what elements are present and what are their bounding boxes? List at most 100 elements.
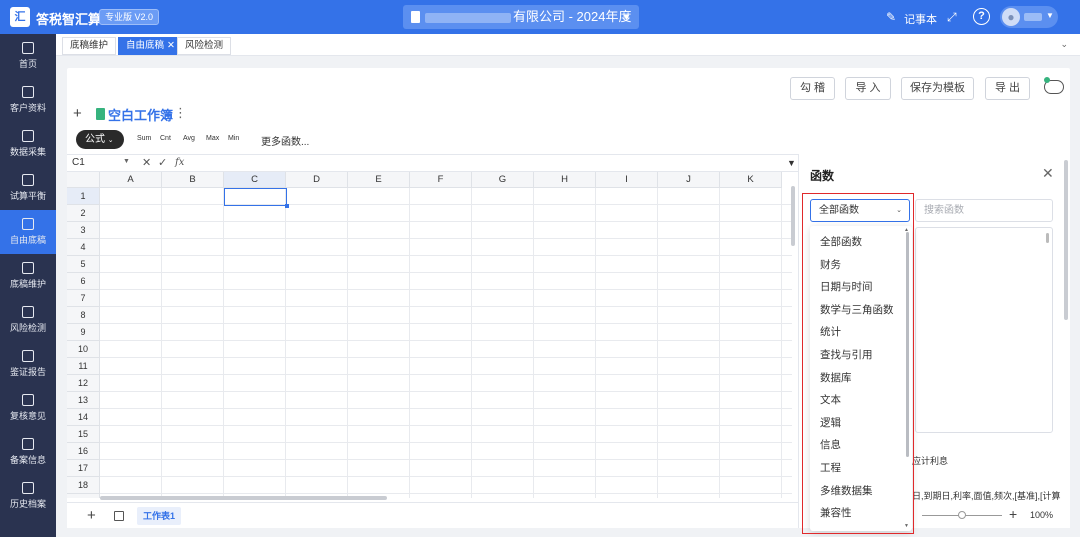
sidebar-item-6[interactable]: 风险检测 (0, 298, 56, 342)
sidebar-item-4[interactable]: 自由底稿 (0, 210, 56, 254)
workbook-title[interactable]: 空白工作簿 (108, 105, 173, 124)
grid-line (100, 425, 792, 426)
row-header[interactable]: 11 (67, 358, 100, 375)
function-icon[interactable]: fx (175, 157, 184, 168)
grid-line (100, 374, 792, 375)
grid-line (100, 306, 792, 307)
close-icon[interactable]: ✕ (1042, 165, 1054, 182)
save-as-template-button[interactable]: 保存为模板 (901, 77, 974, 100)
tick-button[interactable]: 勾 稽 (790, 77, 835, 100)
column-header[interactable]: B (162, 172, 224, 188)
search-function-input[interactable]: 搜索函数 (915, 199, 1053, 222)
chevron-down-icon[interactable]: ▼ (123, 158, 130, 165)
row-header[interactable]: 3 (67, 222, 100, 239)
zoom-in-icon[interactable]: + (1009, 506, 1017, 522)
row-header[interactable]: 19 (67, 494, 100, 498)
row-header[interactable]: 7 (67, 290, 100, 307)
user-menu[interactable]: ● ▼ (1000, 6, 1058, 28)
min-button[interactable]: Min (228, 135, 239, 142)
tab-free-draft[interactable]: 自由底稿 ✕ (118, 37, 183, 55)
sidebar-item-9[interactable]: 备案信息 (0, 430, 56, 474)
id-card-icon (22, 86, 34, 98)
row-header[interactable]: 6 (67, 273, 100, 290)
close-icon[interactable]: ✕ (167, 40, 175, 51)
sidebar-item-2[interactable]: 数据采集 (0, 122, 56, 166)
chevron-down-icon[interactable]: ▼ (787, 158, 796, 168)
row-header[interactable]: 13 (67, 392, 100, 409)
column-header[interactable]: F (410, 172, 472, 188)
row-header[interactable]: 5 (67, 256, 100, 273)
spreadsheet-grid[interactable]: ABCDEFGHIJK12345678910111213141516171819 (67, 172, 792, 498)
row-header[interactable]: 2 (67, 205, 100, 222)
column-header[interactable]: G (472, 172, 534, 188)
select-all-corner[interactable] (67, 172, 100, 188)
notebook-button[interactable]: 记事本 (904, 11, 937, 27)
sidebar-item-1[interactable]: 客户资料 (0, 78, 56, 122)
help-icon[interactable]: ? (973, 8, 990, 25)
column-header[interactable]: A (100, 172, 162, 188)
sidebar-item-0[interactable]: 首页 (0, 34, 56, 78)
zoom-slider-handle[interactable] (958, 511, 966, 519)
row-header[interactable]: 1 (67, 188, 100, 205)
confirm-icon[interactable]: ✓ (158, 156, 167, 169)
row-header[interactable]: 12 (67, 375, 100, 392)
vertical-scrollbar[interactable] (791, 186, 795, 246)
column-header[interactable]: H (534, 172, 596, 188)
export-button[interactable]: 导 出 (985, 77, 1030, 100)
sidebar-item-3[interactable]: 试算平衡 (0, 166, 56, 210)
column-header[interactable]: E (348, 172, 410, 188)
sidebar-item-5[interactable]: 底稿维护 (0, 254, 56, 298)
grid-line (100, 272, 792, 273)
sheet-tab[interactable]: 工作表1 (137, 507, 182, 525)
row-header[interactable]: 17 (67, 460, 100, 477)
row-header[interactable]: 4 (67, 239, 100, 256)
sum-button[interactable]: Sum (137, 135, 151, 142)
company-selector[interactable]: 有限公司 - 2024年度 ▼ (403, 5, 639, 29)
tab-draft-maintenance[interactable]: 底稿维护 (62, 37, 117, 55)
count-button[interactable]: Cnt (160, 135, 171, 142)
row-header[interactable]: 14 (67, 409, 100, 426)
notebook-icon[interactable]: ✎ (886, 10, 900, 24)
fullscreen-icon[interactable]: ⤢ (947, 10, 961, 24)
column-header[interactable]: J (658, 172, 720, 188)
row-header[interactable]: 18 (67, 477, 100, 494)
sidebar-item-label: 首页 (18, 59, 37, 69)
row-header[interactable]: 15 (67, 426, 100, 443)
panel-scrollbar[interactable] (1064, 160, 1068, 320)
import-button[interactable]: 导 入 (845, 77, 891, 100)
tab-risk-detection[interactable]: 风险检测 (177, 37, 232, 55)
average-button[interactable]: Avg (183, 135, 195, 142)
max-button[interactable]: Max (206, 135, 219, 142)
row-header[interactable]: 10 (67, 341, 100, 358)
cell-reference-box[interactable]: C1 (72, 157, 85, 168)
fill-handle[interactable] (285, 204, 289, 208)
more-functions-button[interactable]: 更多函数... (261, 133, 309, 148)
column-header[interactable]: I (596, 172, 658, 188)
row-header[interactable]: 9 (67, 324, 100, 341)
column-header[interactable]: C (224, 172, 286, 188)
formula-menu-button[interactable]: 公式 ⌄ (76, 130, 124, 149)
sidebar-item-label: 试算平衡 (9, 191, 46, 201)
sheet-list-icon[interactable] (114, 511, 124, 521)
grid-line (100, 323, 792, 324)
add-sheet-icon[interactable]: + (87, 507, 96, 524)
add-icon[interactable]: + (73, 105, 82, 122)
column-header[interactable]: D (286, 172, 348, 188)
chevron-down-icon[interactable]: ⌄ (1060, 39, 1068, 50)
cancel-icon[interactable]: ✕ (142, 156, 151, 169)
function-list-scrollbar[interactable] (1046, 233, 1049, 243)
function-list[interactable] (915, 227, 1053, 433)
sidebar-item-8[interactable]: 复核意见 (0, 386, 56, 430)
sidebar-item-10[interactable]: 历史档案 (0, 474, 56, 518)
row-header[interactable]: 8 (67, 307, 100, 324)
horizontal-scrollbar[interactable] (100, 496, 387, 500)
selected-cell[interactable] (224, 188, 287, 206)
more-vertical-icon[interactable]: ⋮ (174, 105, 187, 121)
grid-line (657, 188, 658, 498)
grid-line (347, 188, 348, 498)
file-icon (22, 262, 34, 274)
grid-line (100, 357, 792, 358)
sidebar-item-7[interactable]: 鉴证报告 (0, 342, 56, 386)
row-header[interactable]: 16 (67, 443, 100, 460)
column-header[interactable]: K (720, 172, 782, 188)
